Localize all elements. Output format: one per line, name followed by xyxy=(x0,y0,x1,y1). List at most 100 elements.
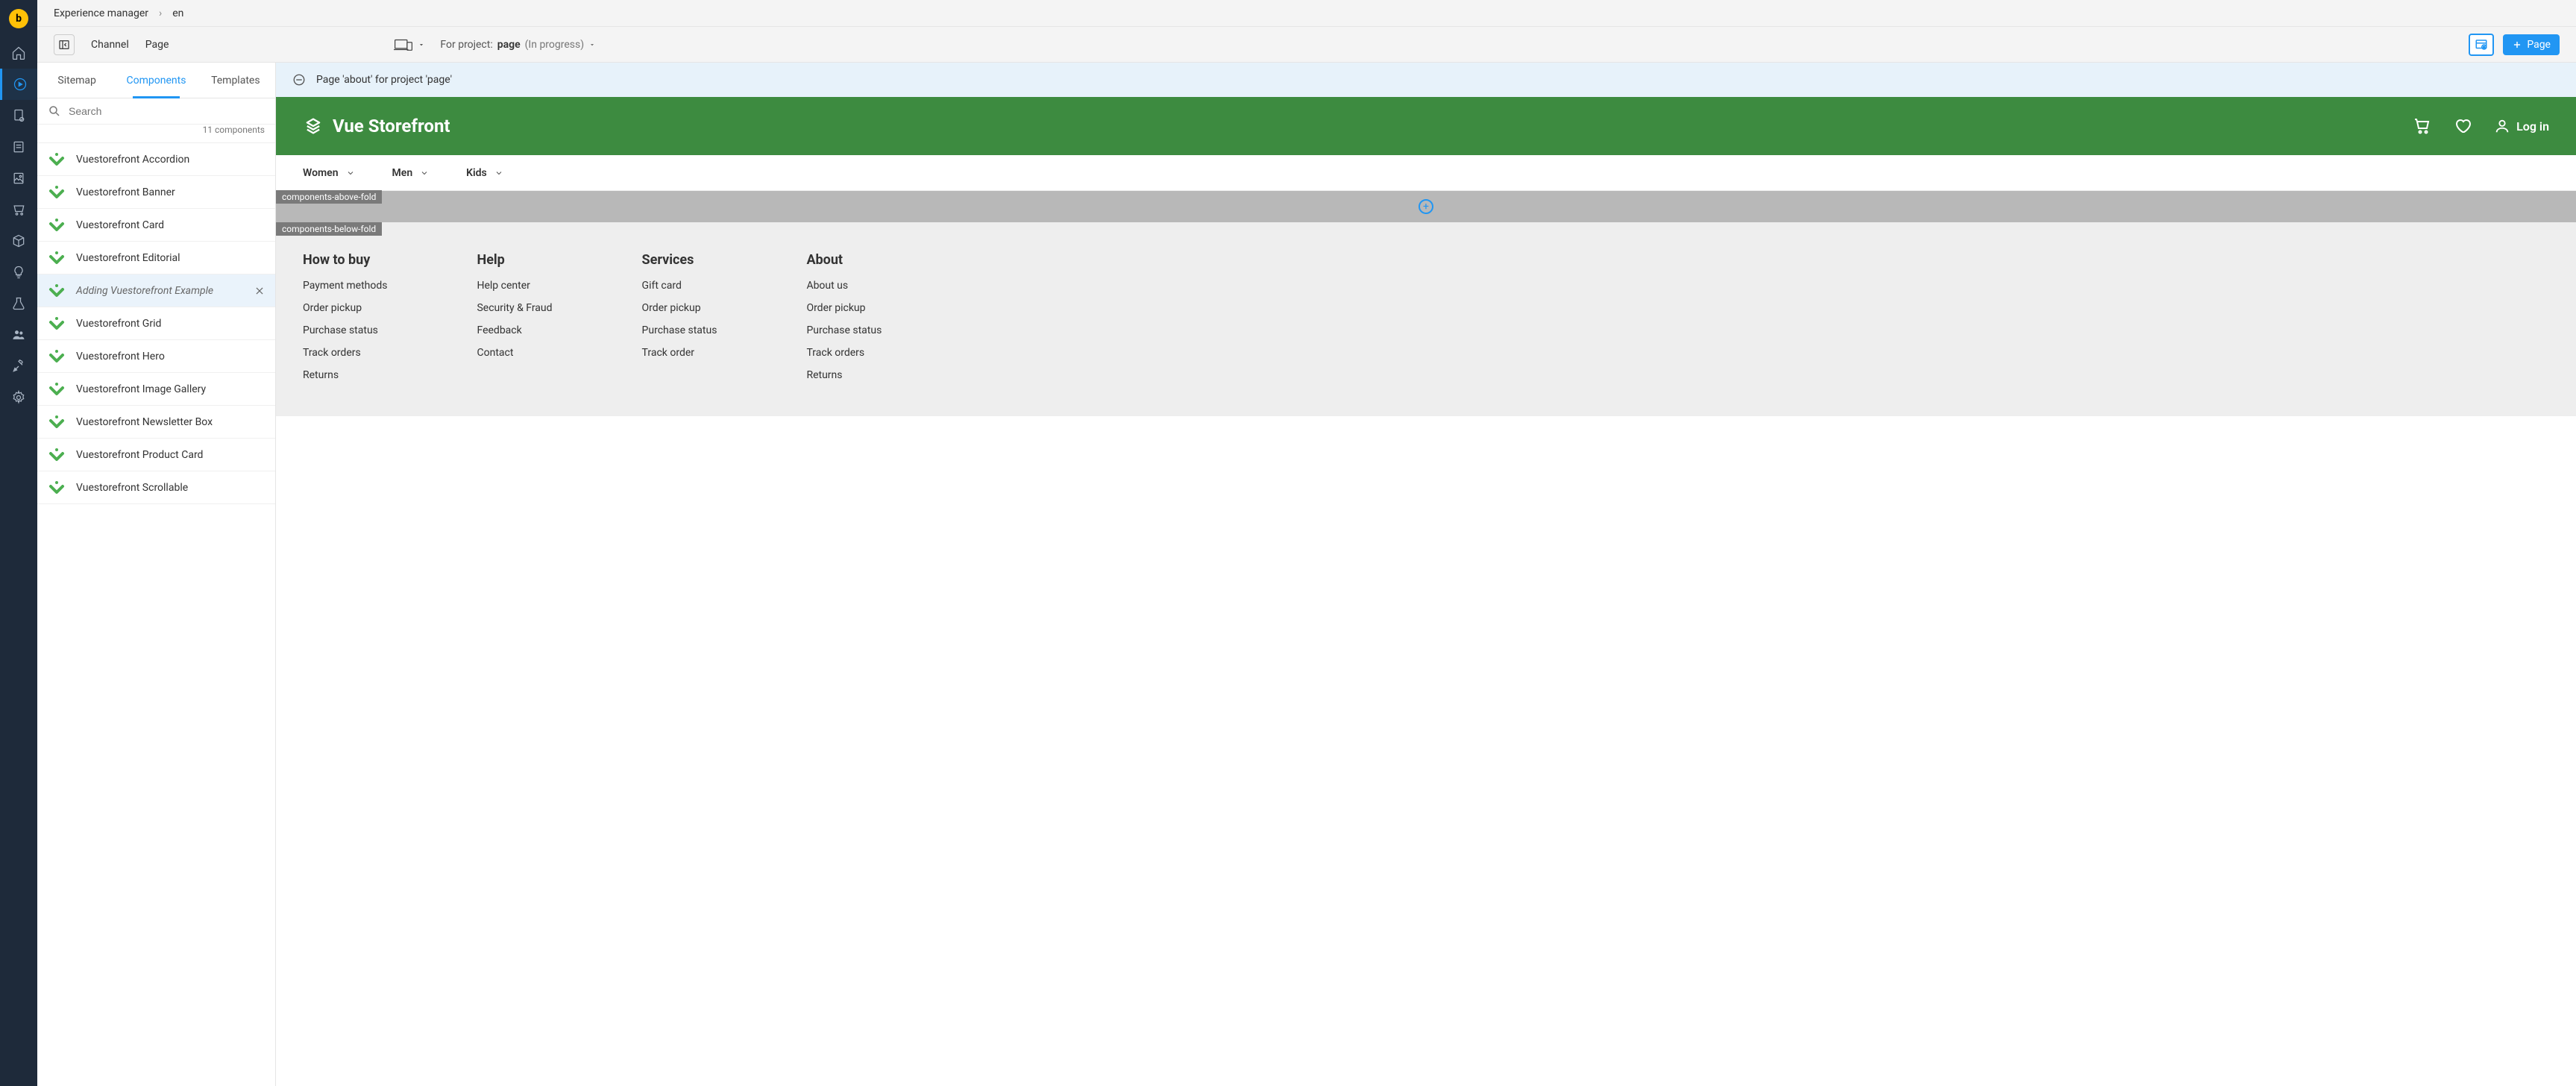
breadcrumb-root[interactable]: Experience manager xyxy=(54,7,148,19)
add-page-label: Page xyxy=(2527,39,2551,51)
breadcrumb-leaf[interactable]: en xyxy=(172,7,183,19)
footer-link[interactable]: Returns xyxy=(806,369,882,381)
vuestorefront-icon xyxy=(303,116,324,136)
rail-assets[interactable] xyxy=(0,163,37,194)
rail-tools[interactable] xyxy=(0,351,37,382)
rail-home[interactable] xyxy=(0,37,37,69)
store-logo[interactable]: Vue Storefront xyxy=(303,116,450,136)
component-item[interactable]: Vuestorefront Editorial xyxy=(37,242,275,274)
tab-templates[interactable]: Templates xyxy=(196,63,275,98)
add-page-button[interactable]: Page xyxy=(2503,34,2560,55)
vuestorefront-icon xyxy=(48,151,66,169)
vuestorefront-icon xyxy=(48,216,66,234)
footer-link[interactable]: Security & Fraud xyxy=(477,302,552,314)
footer-link[interactable]: Order pickup xyxy=(806,302,882,314)
tab-sitemap[interactable]: Sitemap xyxy=(37,63,116,98)
component-item[interactable]: Vuestorefront Accordion xyxy=(37,143,275,176)
component-item[interactable]: Vuestorefront Image Gallery xyxy=(37,373,275,406)
footer-column: ServicesGift cardOrder pickupPurchase st… xyxy=(642,252,717,394)
component-label: Vuestorefront Accordion xyxy=(76,154,189,166)
vuestorefront-icon xyxy=(48,282,66,300)
component-item[interactable]: Vuestorefront Product Card xyxy=(37,439,275,471)
footer-link[interactable]: Feedback xyxy=(477,324,552,336)
rail-content[interactable] xyxy=(0,131,37,163)
category-item[interactable]: Kids xyxy=(466,167,503,179)
close-icon[interactable] xyxy=(254,286,265,296)
rail-insights[interactable] xyxy=(0,257,37,288)
for-project-label: For project: xyxy=(440,39,492,51)
rail-users[interactable] xyxy=(0,319,37,351)
project-status: (In progress) xyxy=(525,39,584,51)
collapse-panel-button[interactable] xyxy=(54,34,75,55)
page-link[interactable]: Page xyxy=(145,39,169,51)
footer-link[interactable]: Track order xyxy=(642,347,717,359)
rail-packages[interactable] xyxy=(0,225,37,257)
component-item[interactable]: Vuestorefront Scrollable xyxy=(37,471,275,504)
category-bar: Women Men Kids xyxy=(276,155,2576,191)
login-button[interactable]: Log in xyxy=(2494,118,2549,134)
panel-tabs: Sitemap Components Templates xyxy=(37,63,275,98)
footer-link[interactable]: Track orders xyxy=(303,347,387,359)
chevron-down-icon xyxy=(494,169,503,178)
info-bar: Page 'about' for project 'page' xyxy=(276,63,2576,97)
store-logo-text: Vue Storefront xyxy=(333,116,450,136)
component-label: Vuestorefront Hero xyxy=(76,351,165,362)
footer-link[interactable]: Contact xyxy=(477,347,552,359)
search-icon xyxy=(48,104,61,118)
zone-above-fold[interactable]: components-above-fold + xyxy=(276,191,2576,222)
device-selector[interactable] xyxy=(394,37,425,52)
rail-settings[interactable] xyxy=(0,382,37,413)
vuestorefront-icon xyxy=(48,183,66,201)
cart-icon[interactable] xyxy=(2413,117,2431,135)
category-label: Men xyxy=(392,167,413,179)
search-input[interactable] xyxy=(69,105,265,117)
tab-components[interactable]: Components xyxy=(116,63,195,98)
rail-documents[interactable] xyxy=(0,100,37,131)
rail-lab[interactable] xyxy=(0,288,37,319)
component-item[interactable]: Adding Vuestorefront Example xyxy=(37,274,275,307)
project-context[interactable]: For project: page (In progress) xyxy=(440,39,596,51)
vuestorefront-icon xyxy=(48,348,66,365)
toolbar: Channel Page For project: page (In progr… xyxy=(37,27,2576,63)
rail-experience[interactable] xyxy=(0,69,37,100)
category-label: Kids xyxy=(466,167,487,179)
icon-rail: b xyxy=(0,0,37,1086)
channel-link[interactable]: Channel xyxy=(91,39,129,51)
component-item[interactable]: Vuestorefront Card xyxy=(37,209,275,242)
footer-link[interactable]: Order pickup xyxy=(642,302,717,314)
footer-link[interactable]: Purchase status xyxy=(806,324,882,336)
zone-above-label: components-above-fold xyxy=(276,190,382,204)
brand-logo[interactable]: b xyxy=(0,0,37,37)
vuestorefront-icon xyxy=(48,413,66,431)
component-label: Vuestorefront Grid xyxy=(76,318,161,330)
category-item[interactable]: Women xyxy=(303,167,355,179)
component-item[interactable]: Vuestorefront Hero xyxy=(37,340,275,373)
footer-link[interactable]: Returns xyxy=(303,369,387,381)
project-name: page xyxy=(497,39,521,51)
footer-link[interactable]: Track orders xyxy=(806,347,882,359)
zone-below-fold: components-below-fold How to buyPayment … xyxy=(276,222,2576,416)
component-label: Adding Vuestorefront Example xyxy=(76,285,213,297)
preview-annotations-button[interactable] xyxy=(2469,34,2494,56)
add-component-button[interactable]: + xyxy=(1419,199,1433,214)
footer-column: How to buyPayment methodsOrder pickupPur… xyxy=(303,252,387,394)
component-item[interactable]: Vuestorefront Banner xyxy=(37,176,275,209)
footer-link[interactable]: About us xyxy=(806,280,882,292)
rail-commerce[interactable] xyxy=(0,194,37,225)
component-label: Vuestorefront Image Gallery xyxy=(76,383,206,395)
vuestorefront-icon xyxy=(48,446,66,464)
component-list: Vuestorefront Accordion Vuestorefront Ban… xyxy=(37,143,275,1086)
category-item[interactable]: Men xyxy=(392,167,430,179)
footer-link[interactable]: Purchase status xyxy=(642,324,717,336)
store-footer: How to buyPayment methodsOrder pickupPur… xyxy=(276,222,2576,416)
footer-link[interactable]: Purchase status xyxy=(303,324,387,336)
footer-link[interactable]: Help center xyxy=(477,280,552,292)
collapse-info-icon[interactable] xyxy=(292,73,306,87)
footer-link[interactable]: Payment methods xyxy=(303,280,387,292)
search-row xyxy=(37,98,275,125)
component-item[interactable]: Vuestorefront Newsletter Box xyxy=(37,406,275,439)
component-item[interactable]: Vuestorefront Grid xyxy=(37,307,275,340)
footer-link[interactable]: Gift card xyxy=(642,280,717,292)
footer-link[interactable]: Order pickup xyxy=(303,302,387,314)
wishlist-icon[interactable] xyxy=(2454,117,2472,135)
